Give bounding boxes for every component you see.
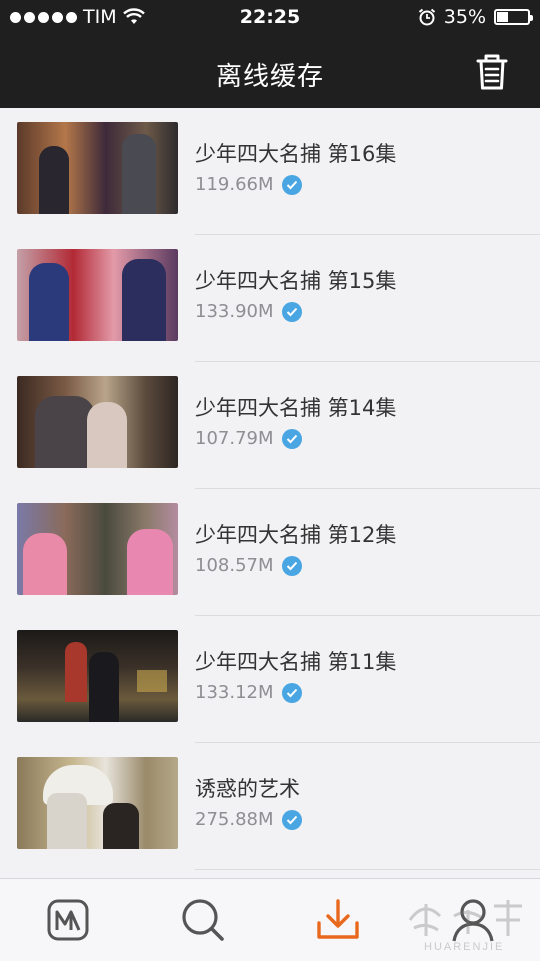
trash-icon — [476, 54, 508, 90]
file-size: 119.66M — [195, 174, 274, 195]
list-item[interactable]: 少年四大名捕 第16集 119.66M — [0, 108, 540, 235]
check-icon — [281, 555, 302, 576]
battery-icon — [494, 9, 533, 25]
tab-home[interactable] — [0, 879, 135, 961]
check-icon — [281, 809, 302, 830]
battery-percent: 35% — [443, 6, 486, 28]
video-thumbnail — [17, 376, 178, 468]
delete-button[interactable] — [474, 53, 510, 91]
check-icon — [281, 428, 302, 449]
file-size: 107.79M — [195, 428, 274, 449]
video-thumbnail — [17, 630, 178, 722]
video-title: 诱惑的艺术 — [195, 777, 300, 801]
list-item[interactable]: 诱惑的艺术 275.88M — [0, 743, 540, 870]
status-bar: TIM 22:25 35% — [0, 0, 540, 36]
profile-icon — [451, 899, 494, 942]
page-title: 离线缓存 — [215, 62, 324, 92]
video-title: 少年四大名捕 第16集 — [195, 142, 397, 166]
video-title: 少年四大名捕 第12集 — [195, 523, 397, 547]
tab-bar — [0, 878, 540, 961]
search-icon — [181, 899, 224, 941]
list-item[interactable]: 少年四大名捕 第14集 107.79M — [0, 362, 540, 489]
video-title: 少年四大名捕 第14集 — [195, 396, 397, 420]
video-thumbnail — [17, 757, 178, 849]
list-item[interactable]: 少年四大名捕 第15集 133.90M — [0, 235, 540, 362]
download-icon — [316, 899, 359, 939]
list-item[interactable]: 少年四大名捕 第11集 133.12M — [0, 616, 540, 743]
video-thumbnail — [17, 122, 178, 214]
check-icon — [281, 174, 302, 195]
video-title: 少年四大名捕 第11集 — [195, 650, 397, 674]
file-size: 108.57M — [195, 555, 274, 576]
nav-bar: 离线缓存 — [0, 36, 540, 108]
tab-search[interactable] — [135, 879, 270, 961]
video-title: 少年四大名捕 第15集 — [195, 269, 397, 293]
check-icon — [281, 682, 302, 703]
list-item[interactable]: 少年四大名捕 第12集 108.57M — [0, 489, 540, 616]
app-logo-icon — [47, 899, 88, 941]
tab-profile[interactable] — [405, 879, 540, 961]
file-size: 133.12M — [195, 682, 274, 703]
file-size: 275.88M — [195, 809, 274, 830]
check-icon — [281, 301, 302, 322]
video-thumbnail — [17, 503, 178, 595]
download-list: 少年四大名捕 第16集 119.66M 少年四大名捕 第15集 133.90M … — [0, 108, 540, 878]
tab-download[interactable] — [270, 879, 405, 961]
divider — [195, 869, 540, 870]
video-thumbnail — [17, 249, 178, 341]
file-size: 133.90M — [195, 301, 274, 322]
alarm-icon — [418, 8, 435, 26]
